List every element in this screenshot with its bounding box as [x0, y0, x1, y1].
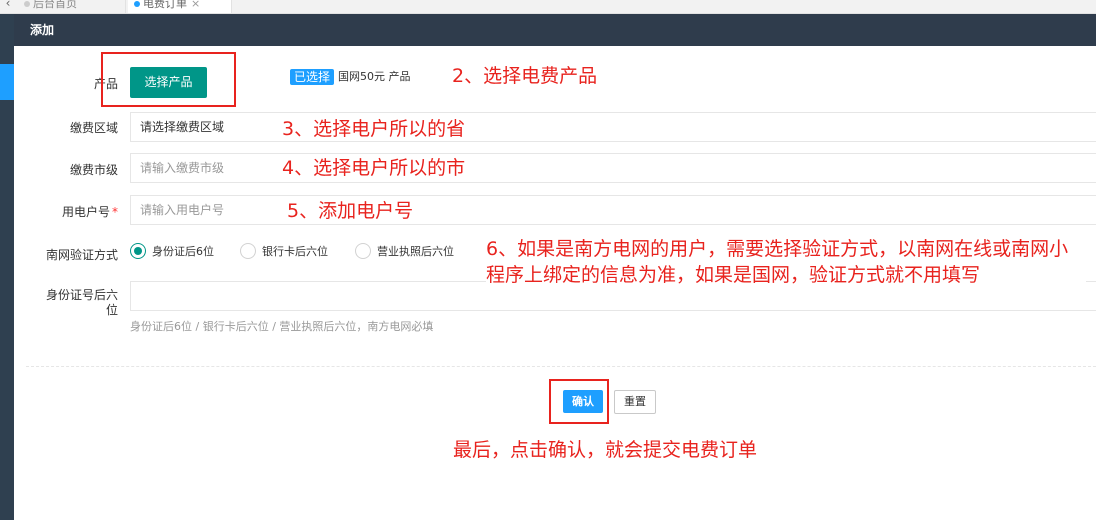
account-label: 用电户号 * [14, 203, 118, 220]
id-suffix-label-line2: 位 [105, 303, 118, 317]
radio-checked-icon [130, 243, 146, 259]
radio-label: 营业执照后六位 [377, 245, 454, 258]
divider [26, 366, 1096, 367]
radio-unchecked-icon [240, 243, 256, 259]
radio-label: 银行卡后六位 [262, 245, 328, 258]
selected-badge: 已选择 [290, 69, 335, 85]
radio-id-card[interactable]: 身份证后6位 [130, 243, 214, 263]
tab-label: 电费订单 [143, 0, 187, 10]
page-title: 添加 [14, 14, 1096, 46]
region-select-value: 请选择缴费区域 [140, 120, 225, 134]
id-suffix-hint: 身份证后6位 / 银行卡后六位 / 营业执照后六位，南方电网必填 [130, 320, 434, 333]
tab-electricity-orders[interactable]: 电费订单 × [128, 0, 232, 13]
region-label: 缴费区域 [69, 121, 118, 135]
selected-product-text: 国网50元 产品 [338, 70, 411, 83]
sidebar-active-indicator [0, 64, 14, 100]
id-suffix-label: 身份证号后六 位 [14, 288, 118, 318]
city-input[interactable]: 请输入缴费市级 [130, 153, 1096, 183]
account-input-placeholder: 请输入用电户号 [140, 203, 225, 217]
annotation-step6: 6、如果是南方电网的用户，需要选择验证方式，以南网在线或南网小程序上绑定的信息为… [486, 236, 1086, 288]
tab-label: 后台首页 [33, 0, 77, 10]
city-input-placeholder: 请输入缴费市级 [140, 161, 225, 175]
tab-bar: ‹ 后台首页 电费订单 × [0, 0, 1096, 14]
radio-bank-card[interactable]: 银行卡后六位 [240, 243, 328, 263]
account-label-text: 用电户号 [61, 205, 110, 219]
annotation-step2: 2、选择电费产品 [452, 65, 598, 87]
radio-unchecked-icon [355, 243, 371, 259]
annotation-step3: 3、选择电户所以的省 [282, 118, 466, 140]
highlight-box-confirm [549, 379, 609, 424]
close-icon[interactable]: × [191, 0, 200, 10]
verify-label: 南网验证方式 [45, 248, 118, 262]
annotation-final: 最后，点击确认，就会提交电费订单 [453, 439, 758, 461]
reset-button[interactable]: 重置 [614, 390, 656, 414]
tab-dot-icon [24, 1, 30, 7]
tab-dot-icon [134, 1, 140, 7]
chevron-left-icon[interactable]: ‹ [0, 0, 16, 13]
region-select[interactable]: 请选择缴费区域 [130, 112, 1096, 142]
page-root: ‹ 后台首页 电费订单 × 添加 产品 选择产品 已选择 国网50元 产品 缴费区… [0, 0, 1096, 520]
annotation-step5: 5、添加电户号 [287, 200, 414, 222]
sidebar [0, 14, 14, 520]
id-suffix-label-line1: 身份证号后六 [45, 288, 118, 302]
annotation-step4: 4、选择电户所以的市 [282, 157, 466, 179]
required-mark: * [112, 205, 118, 219]
account-input[interactable]: 请输入用电户号 [130, 195, 1096, 225]
radio-label: 身份证后6位 [152, 245, 214, 258]
city-label: 缴费市级 [69, 163, 118, 177]
tab-home[interactable]: 后台首页 [18, 0, 126, 13]
radio-business-license[interactable]: 营业执照后六位 [355, 243, 454, 263]
highlight-box-product [101, 52, 236, 107]
